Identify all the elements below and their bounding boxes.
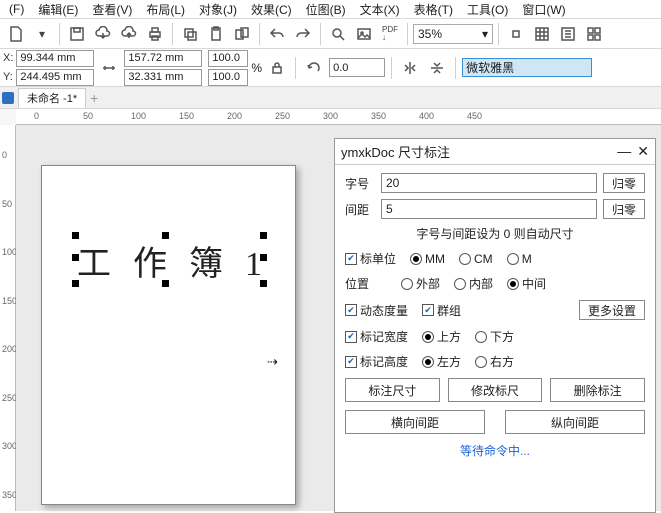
spacing-reset-button[interactable]: 归零 [603,199,645,219]
menu-window[interactable]: 窗口(W) [515,1,572,18]
clone-icon[interactable] [230,22,254,46]
workspace: 0 50 100 150 200 250 300 350 400 450 0 5… [0,109,661,511]
unit-cm-radio[interactable]: CM [459,252,493,266]
width-input[interactable]: 157.72 mm [124,50,202,67]
fontsize-input[interactable]: 20 [381,173,597,193]
h-spacing-button[interactable]: 横向间距 [345,410,485,434]
y-input[interactable]: 244.495 mm [16,69,94,86]
search-icon[interactable] [326,22,350,46]
menu-effect[interactable]: 效果(C) [244,1,299,18]
app-icon[interactable] [582,22,606,46]
image-icon[interactable] [352,22,376,46]
canvas[interactable]: 工作簿1 ⇢ ymxkDoc 尺寸标注 — ✕ 字号 20 [16,125,661,511]
height-input[interactable]: 32.331 mm [124,69,202,86]
redo-icon[interactable] [291,22,315,46]
dimension-panel: ymxkDoc 尺寸标注 — ✕ 字号 20 归零 间距 5 归零 字号与间距设… [334,138,656,513]
rotate-icon [302,56,326,80]
menu-bitmap[interactable]: 位图(B) [299,1,353,18]
menu-layout[interactable]: 布局(L) [139,1,192,18]
font-input[interactable]: 微软雅黑 [462,58,592,77]
position-label: 位置 [345,275,387,292]
size-icon [97,56,121,80]
menu-tools[interactable]: 工具(O) [460,1,515,18]
fontsize-reset-button[interactable]: 归零 [603,173,645,193]
x-label: X: [3,52,13,64]
angle-input[interactable]: 0.0 [329,58,385,77]
v-spacing-button[interactable]: 纵向间距 [505,410,645,434]
scale-x-input[interactable]: 100.0 [208,50,248,67]
auto-hint: 字号与间距设为 0 则自动尺寸 [345,225,645,242]
x-input[interactable]: 99.344 mm [16,50,94,67]
minimize-icon[interactable]: — [617,143,631,160]
doc-tab[interactable]: 未命名 -1* [18,88,86,108]
mark-unit-check[interactable]: ✔标单位 [345,250,396,267]
y-label: Y: [3,71,13,83]
menu-object[interactable]: 对象(J) [192,1,244,18]
cursor-icon: ⇢ [267,354,278,370]
unit-m-radio[interactable]: M [507,252,532,266]
doc-color-chip [2,92,14,104]
percent-label: % [251,61,262,75]
delete-annot-button[interactable]: 删除标注 [550,378,645,402]
menu-edit[interactable]: 编辑(E) [31,1,85,18]
new-icon[interactable] [4,22,28,46]
pdf-icon[interactable]: PDF↓ [378,22,402,46]
grid-icon[interactable] [530,22,554,46]
fontsize-label: 字号 [345,175,375,192]
undo-icon[interactable] [265,22,289,46]
dynamic-check[interactable]: ✔动态度量 [345,302,408,319]
paste-icon[interactable] [204,22,228,46]
menu-text[interactable]: 文本(X) [353,1,407,18]
group-check[interactable]: ✔群组 [422,302,461,319]
print-icon[interactable] [143,22,167,46]
add-tab[interactable]: + [90,90,98,106]
unit-mm-radio[interactable]: MM [410,252,445,266]
panel-title: ymxkDoc 尺寸标注 [341,142,450,161]
snap-icon[interactable] [504,22,528,46]
spacing-input[interactable]: 5 [381,199,597,219]
mark-height-check[interactable]: ✔标记高度 [345,353,408,370]
menu-file[interactable]: (F) [2,2,31,16]
close-icon[interactable]: ✕ [637,143,649,160]
width-bottom-radio[interactable]: 下方 [475,328,514,345]
menubar: (F) 编辑(E) 查看(V) 布局(L) 对象(J) 效果(C) 位图(B) … [0,0,661,19]
pos-middle-radio[interactable]: 中间 [507,275,546,292]
mark-width-check[interactable]: ✔标记宽度 [345,328,408,345]
edit-ruler-button[interactable]: 修改标尺 [448,378,543,402]
lock-icon[interactable] [265,56,289,80]
zoom-combo[interactable]: 35%▾ [413,24,493,44]
menu-table[interactable]: 表格(T) [407,1,460,18]
annotate-size-button[interactable]: 标注尺寸 [345,378,440,402]
dropdown-icon[interactable]: ▾ [30,22,54,46]
ruler-horizontal: 0 50 100 150 200 250 300 350 400 450 [16,109,661,125]
status-waiting: 等待命令中... [345,442,645,459]
save-icon[interactable] [65,22,89,46]
mirror-h-icon[interactable] [398,56,422,80]
pos-inner-radio[interactable]: 内部 [454,275,493,292]
spacing-label: 间距 [345,201,375,218]
main-toolbar: ▾ PDF↓ 35%▾ [0,19,661,49]
pos-outer-radio[interactable]: 外部 [401,275,440,292]
height-right-radio[interactable]: 右方 [475,353,514,370]
doc-tabs: 未命名 -1* + [0,87,661,109]
cloud-down-icon[interactable] [91,22,115,46]
ruler-vertical: 0 50 100 150 200 250 300 350 [0,125,16,511]
height-left-radio[interactable]: 左方 [422,353,461,370]
more-settings-button[interactable]: 更多设置 [579,300,645,320]
scale-y-input[interactable]: 100.0 [208,69,248,86]
options-icon[interactable] [556,22,580,46]
page: 工作簿1 ⇢ [41,165,296,505]
cloud-up-icon[interactable] [117,22,141,46]
width-top-radio[interactable]: 上方 [422,328,461,345]
menu-view[interactable]: 查看(V) [85,1,139,18]
mirror-v-icon[interactable] [425,56,449,80]
copy-icon[interactable] [178,22,202,46]
property-bar: X: 99.344 mm Y: 244.495 mm 157.72 mm 32.… [0,49,661,87]
selected-text[interactable]: 工作簿1 [77,236,284,285]
